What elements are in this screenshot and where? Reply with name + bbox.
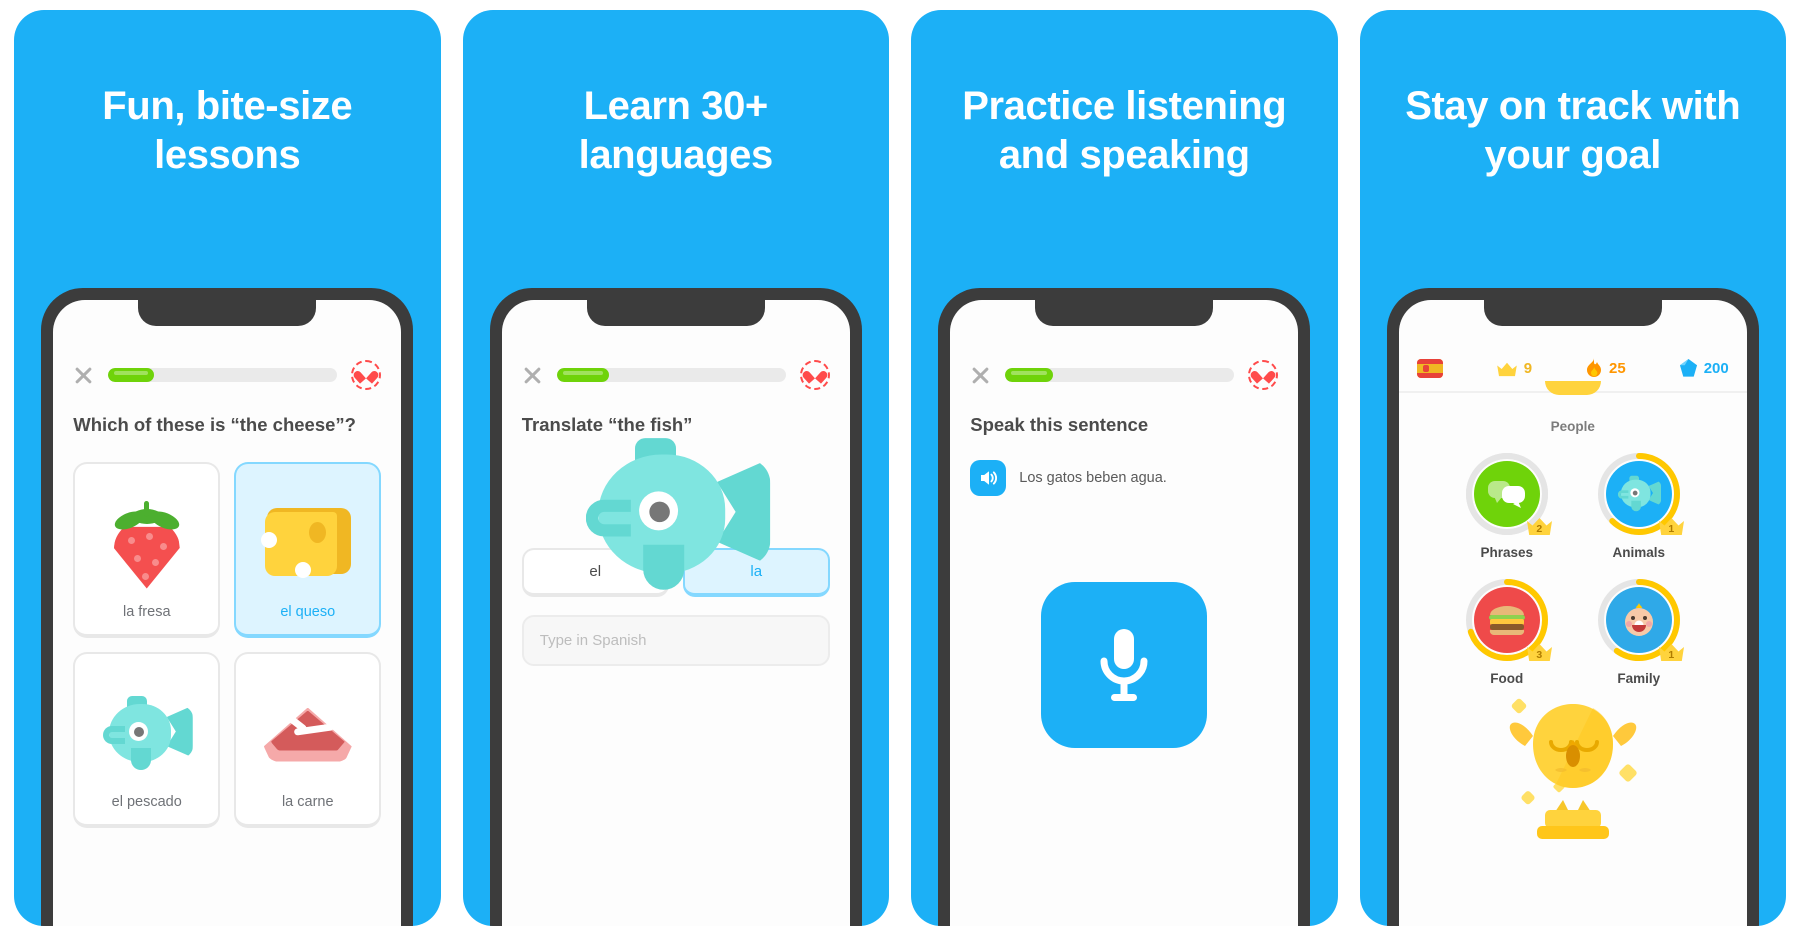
hearts-icon[interactable] — [799, 360, 830, 390]
crown-badge: 2 — [1526, 516, 1553, 536]
skill-label: Food — [1490, 671, 1524, 686]
lesson-progress-bar — [556, 368, 786, 382]
question-prompt: Speak this sentence — [970, 414, 1149, 435]
crown-count: 1 — [1668, 523, 1675, 535]
skill-animals[interactable]: 1 Animals — [1573, 452, 1705, 560]
strawberry-icon — [81, 484, 212, 604]
answer-tile-queso[interactable]: el queso — [234, 461, 382, 638]
crown-badge: 1 — [1658, 516, 1685, 536]
skill-grid: 2 Phrases 1 Animals 3 Food 1 Family — [1399, 434, 1747, 686]
phone-screen: 9 25 200 People 2 Phrases 1 Animals 3 Fo… — [1398, 300, 1747, 926]
crown-count: 1 — [1668, 649, 1675, 661]
phone-screen: Speak this sentence Los gatos beben agua… — [950, 300, 1299, 926]
close-icon[interactable] — [522, 365, 543, 386]
lesson-progress-bar — [108, 368, 338, 382]
phone-notch — [1035, 300, 1214, 326]
gems-stat[interactable]: 200 — [1679, 358, 1729, 379]
crown-badge: 3 — [1526, 642, 1553, 662]
streak-stat[interactable]: 25 — [1585, 358, 1626, 379]
answer-tile-fresa[interactable]: la fresa — [73, 461, 221, 638]
microphone-button[interactable] — [1041, 581, 1208, 748]
heart-icon — [359, 369, 373, 382]
card-title: Fun, bite-size lessons — [102, 84, 353, 177]
meat-icon — [242, 674, 373, 794]
phone-screen: Translate “the fish” el la Type in Spani — [501, 300, 850, 926]
cheese-icon — [242, 484, 373, 604]
language-flag-button[interactable] — [1416, 359, 1443, 378]
answer-tiles: la fresa el queso el pescado la carne — [53, 438, 401, 828]
crown-icon — [1496, 362, 1517, 376]
promo-card-languages: Learn 30+ languages Translate “the fish” — [462, 10, 889, 926]
crown-badge: 1 — [1658, 642, 1685, 662]
skill-family[interactable]: 1 Family — [1573, 578, 1705, 686]
answer-tile-pescado[interactable]: el pescado — [73, 651, 221, 828]
skill-label: Animals — [1612, 545, 1666, 560]
gems-value: 200 — [1703, 360, 1729, 377]
partial-crown-above — [1544, 381, 1601, 395]
close-icon[interactable] — [73, 365, 94, 386]
fish-icon — [581, 437, 771, 590]
speaker-icon[interactable] — [970, 459, 1007, 496]
promo-card-lessons: Fun, bite-size lessons Which of these is… — [14, 10, 441, 926]
phone-mockup: 9 25 200 People 2 Phrases 1 Animals 3 Fo… — [1386, 288, 1759, 926]
promo-card-speaking: Practice listening and speaking Speak th… — [911, 10, 1338, 926]
crown-stat[interactable]: 9 — [1496, 360, 1532, 377]
crown-value: 9 — [1523, 360, 1533, 377]
hearts-icon[interactable] — [351, 360, 382, 390]
card-title: Practice listening and speaking — [962, 84, 1287, 177]
spanish-flag-icon — [1416, 359, 1443, 378]
heart-icon — [1256, 369, 1270, 382]
skill-phrases[interactable]: 2 Phrases — [1441, 452, 1573, 560]
answer-label: la fresa — [122, 603, 171, 620]
sentence-text: Los gatos beben agua. — [1019, 469, 1167, 486]
skill-label: Phrases — [1480, 545, 1534, 560]
answer-tile-carne[interactable]: la carne — [234, 651, 382, 828]
phone-mockup: Which of these is “the cheese”? la fresa… — [41, 288, 414, 926]
microphone-icon — [1100, 628, 1148, 701]
skill-section-label: People — [1550, 419, 1595, 434]
phone-mockup: Speak this sentence Los gatos beben agua… — [938, 288, 1311, 926]
phone-mockup: Translate “the fish” el la Type in Spani — [489, 288, 862, 926]
sentence-row: Los gatos beben agua. — [950, 438, 1298, 496]
crown-count: 2 — [1536, 523, 1543, 535]
skill-food[interactable]: 3 Food — [1441, 578, 1573, 686]
crown-count: 3 — [1536, 649, 1543, 661]
promo-card-goal: Stay on track with your goal 9 25 200 Pe… — [1359, 10, 1786, 926]
card-title: Learn 30+ languages — [578, 84, 774, 177]
phone-notch — [138, 300, 317, 326]
card-title: Stay on track with your goal — [1405, 84, 1741, 177]
app-store-screenshot-gallery: Fun, bite-size lessons Which of these is… — [0, 0, 1800, 926]
skill-label: Family — [1617, 671, 1661, 686]
lesson-progress-bar — [1005, 368, 1235, 382]
streak-icon — [1587, 358, 1602, 377]
translation-input[interactable]: Type in Spanish — [521, 614, 830, 666]
phone-screen: Which of these is “the cheese”? la fresa… — [53, 300, 402, 926]
heart-icon — [808, 369, 822, 382]
question-prompt: Which of these is “the cheese”? — [73, 414, 356, 435]
gem-icon — [1679, 358, 1697, 377]
phone-notch — [1483, 300, 1662, 326]
mic-area — [950, 581, 1298, 748]
duo-owl-trophy-icon — [1509, 698, 1637, 839]
fish-icon — [81, 674, 212, 794]
answer-label: el queso — [280, 603, 336, 620]
answer-label: la carne — [281, 793, 334, 810]
hearts-icon[interactable] — [1248, 360, 1279, 390]
close-icon[interactable] — [970, 365, 991, 386]
streak-value: 25 — [1609, 360, 1626, 377]
question-prompt: Translate “the fish” — [521, 414, 693, 435]
mascot-area — [1399, 696, 1747, 846]
answer-label: el pescado — [111, 793, 182, 810]
fish-illustration — [502, 437, 850, 590]
phone-notch — [586, 300, 765, 326]
